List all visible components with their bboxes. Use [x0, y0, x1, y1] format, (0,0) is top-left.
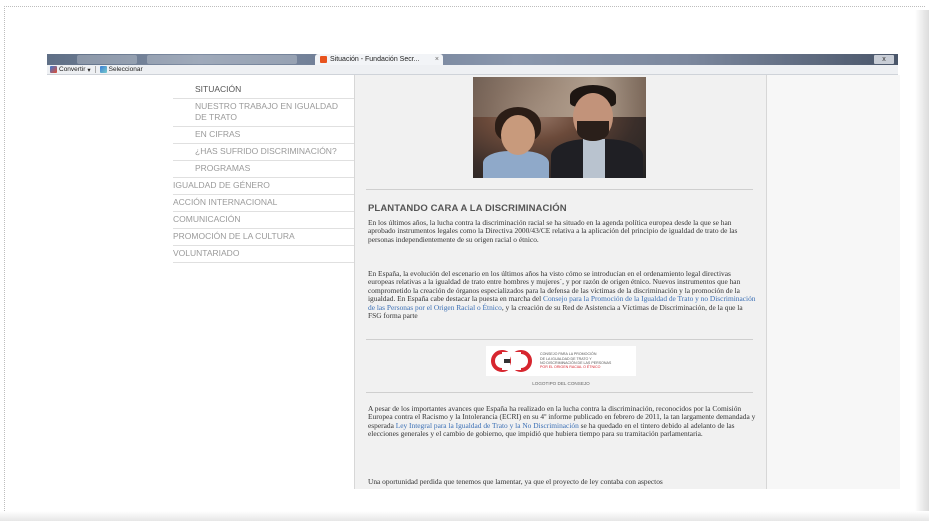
site-favicon-icon	[320, 56, 327, 63]
select-button[interactable]: Seleccionar	[99, 66, 143, 73]
article-paragraph-3: A pesar de los importantes avances que E…	[368, 404, 756, 439]
consejo-logo: Consejo para la Promoción de la Igualdad…	[486, 346, 636, 376]
screenshot-shadow-right	[915, 10, 929, 521]
sidebar-item-en-cifras[interactable]: EN CIFRAS	[173, 127, 354, 144]
window-close-button[interactable]: x	[874, 55, 894, 64]
logo-caption: LOGOTIPO DEL CONSEJO	[532, 381, 590, 386]
section-divider	[366, 189, 753, 190]
tab-close-icon[interactable]: ×	[435, 56, 439, 63]
browser-toolbar: Convertir ▾ Seleccionar	[47, 65, 898, 75]
sidebar-item-comunicacion[interactable]: COMUNICACIÓN	[173, 212, 354, 229]
article-title: PLANTANDO CARA A LA DISCRIMINACIÓN	[368, 203, 567, 214]
convert-label: Convertir	[59, 66, 86, 73]
screenshot-shadow-bottom	[0, 511, 929, 521]
browser-tab-blurred[interactable]	[77, 55, 137, 64]
sidebar-item-situacion[interactable]: SITUACIÓN	[173, 82, 354, 99]
section-divider	[366, 392, 753, 393]
consejo-logo-mark-icon	[490, 349, 534, 373]
sidebar-item-promocion-cultura[interactable]: PROMOCIÓN DE LA CULTURA	[173, 229, 354, 246]
sidebar-item-programas[interactable]: PROGRAMAS	[173, 161, 354, 178]
consejo-logo-text: Consejo para la Promoción de la Igualdad…	[540, 352, 612, 370]
right-column	[766, 75, 900, 489]
pdf-convert-icon	[50, 66, 57, 73]
article-paragraph-2: En España, la evolución del escenario en…	[368, 269, 756, 320]
article-paragraph-4: Una oportunidad perdida que tenemos que …	[368, 477, 663, 486]
convert-button[interactable]: Convertir ▾	[50, 66, 91, 74]
browser-tab-blurred[interactable]	[147, 55, 297, 64]
select-icon	[99, 66, 107, 73]
article-paragraph-1: En los últimos años, la lucha contra la …	[368, 218, 738, 244]
browser-tab-bar: Situación - Fundación Secr... × x	[47, 54, 898, 65]
sidebar-item-has-sufrido[interactable]: ¿HAS SUFRIDO DISCRIMINACIÓN?	[173, 144, 354, 161]
browser-tab-active[interactable]: Situación - Fundación Secr... ×	[315, 54, 443, 65]
chevron-down-icon: ▾	[87, 66, 91, 74]
sidebar-nav: SITUACIÓN NUESTRO TRABAJO EN IGUALDAD DE…	[173, 82, 354, 263]
select-label: Seleccionar	[108, 66, 143, 73]
sidebar-item-nuestro-trabajo[interactable]: NUESTRO TRABAJO EN IGUALDAD DE TRATO	[173, 99, 354, 127]
sidebar-item-voluntariado[interactable]: VOLUNTARIADO	[173, 246, 354, 263]
section-divider	[366, 339, 753, 340]
sidebar-item-igualdad-genero[interactable]: IGUALDAD DE GÉNERO	[173, 178, 354, 195]
browser-tab-title: Situación - Fundación Secr...	[330, 56, 420, 63]
article-photo	[473, 77, 646, 178]
sidebar-item-accion-internacional[interactable]: ACCIÓN INTERNACIONAL	[173, 195, 354, 212]
toolbar-divider	[94, 66, 96, 73]
